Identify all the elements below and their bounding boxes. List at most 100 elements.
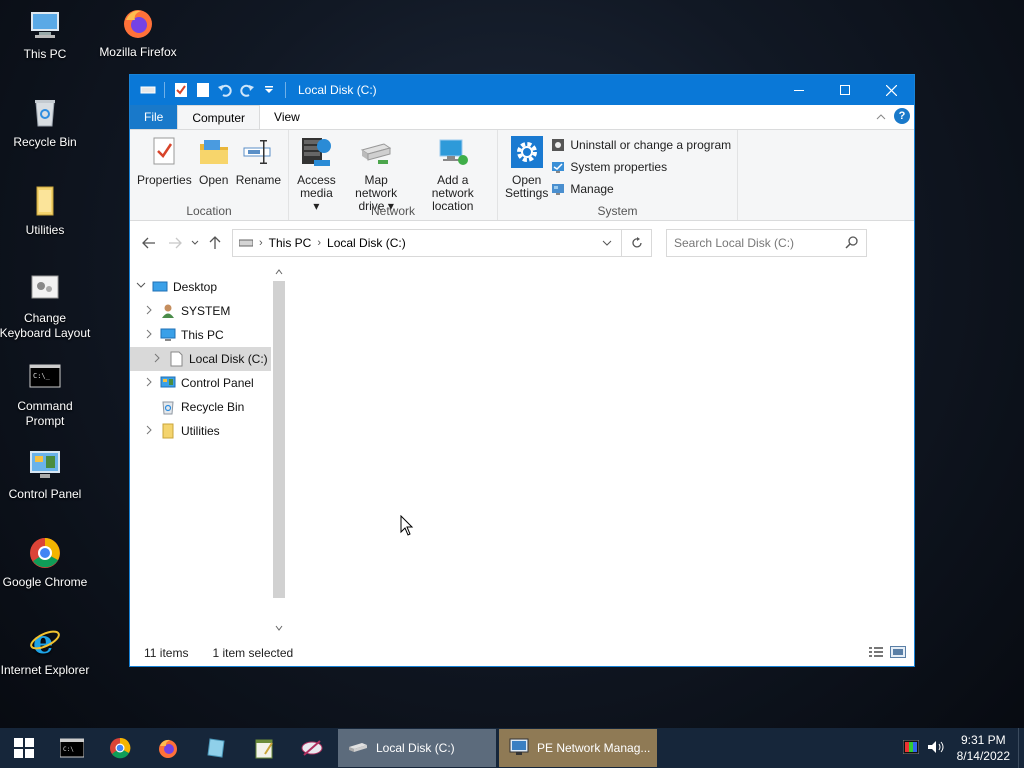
system-properties-button[interactable]: System properties	[551, 158, 731, 176]
search-input[interactable]: Search Local Disk (C:)	[666, 229, 867, 257]
color-display-tray-icon[interactable]	[902, 739, 920, 757]
recent-locations-chevron-icon[interactable]	[188, 231, 202, 255]
collapsed-chevron-icon[interactable]	[150, 353, 164, 366]
tree-item-utilities[interactable]: Utilities	[130, 419, 271, 443]
title-bar[interactable]: Local Disk (C:)	[130, 75, 914, 105]
map-drive-line1: Map network	[355, 173, 398, 200]
desktop-icon-chrome[interactable]: Google Chrome	[0, 536, 93, 590]
desktop-icon-label: Recycle Bin	[13, 135, 77, 149]
new-folder-quick-icon[interactable]	[193, 80, 213, 100]
properties-quick-icon[interactable]	[171, 80, 191, 100]
refresh-button[interactable]	[621, 230, 651, 256]
taskbar-notepad-icon[interactable]	[240, 728, 288, 768]
tab-view[interactable]: View	[260, 105, 314, 129]
this-pc-icon	[28, 8, 62, 42]
mouse-cursor-icon	[400, 514, 414, 540]
show-desktop-button[interactable]	[1018, 728, 1024, 768]
window-title: Local Disk (C:)	[298, 83, 377, 97]
tree-label: Utilities	[181, 424, 220, 438]
taskbar: C:\ Local Disk (C:) PE Network Manag... …	[0, 728, 1024, 768]
desktop-icon-command-prompt[interactable]: C:\_ Command Prompt	[0, 360, 93, 429]
group-label-network: Network	[370, 204, 415, 218]
ribbon-group-network: Access media ▾ Map network drive ▾ Add a n…	[289, 130, 498, 220]
rename-label: Rename	[235, 173, 282, 187]
tree-item-desktop[interactable]: Desktop	[130, 275, 271, 299]
tree-item-control-panel[interactable]: Control Panel	[130, 371, 271, 395]
desktop-icon-label: Internet Explorer	[0, 663, 90, 677]
desktop-icon-label: Google Chrome	[2, 575, 88, 589]
manage-button[interactable]: Manage	[551, 180, 731, 198]
taskbar-task-pe-network-manager[interactable]: PE Network Manag...	[499, 729, 657, 767]
scroll-thumb[interactable]	[273, 281, 285, 598]
clock[interactable]: 9:31 PM 8/14/2022	[951, 732, 1018, 764]
tree-item-local-disk[interactable]: Local Disk (C:)	[130, 347, 271, 371]
volume-icon[interactable]	[927, 740, 945, 757]
file-list-pane[interactable]	[287, 265, 914, 635]
desktop-icon-internet-explorer[interactable]: e Internet Explorer	[0, 623, 93, 678]
ribbon-group-location: Properties Open Rename Location	[130, 130, 289, 220]
collapsed-chevron-icon[interactable]	[142, 377, 156, 390]
taskbar-chrome-icon[interactable]	[96, 728, 144, 768]
navigation-scrollbar[interactable]	[271, 265, 287, 635]
breadcrumb-local-disk[interactable]: Local Disk (C:)	[327, 236, 406, 250]
properties-icon	[148, 136, 180, 168]
selection-count: 1 item selected	[212, 646, 294, 660]
firefox-icon	[121, 6, 155, 40]
uninstall-icon	[551, 138, 565, 152]
address-history-chevron-icon[interactable]	[597, 230, 617, 256]
properties-label: Properties	[137, 173, 192, 187]
forward-button[interactable]	[162, 231, 188, 255]
collapsed-chevron-icon[interactable]	[142, 305, 156, 318]
scroll-down-arrow-icon[interactable]	[271, 621, 287, 635]
desktop-icon-label: Command Prompt	[17, 399, 73, 428]
search-placeholder: Search Local Disk (C:)	[674, 236, 795, 250]
scroll-up-arrow-icon[interactable]	[271, 265, 287, 279]
group-label-location: Location	[186, 204, 232, 218]
undo-icon[interactable]	[215, 80, 235, 100]
uninstall-program-button[interactable]: Uninstall or change a program	[551, 136, 731, 154]
tree-item-this-pc[interactable]: This PC	[130, 323, 271, 347]
desktop-icon-firefox[interactable]: Mozilla Firefox	[90, 6, 186, 60]
up-button[interactable]	[202, 231, 228, 255]
svg-text:e: e	[33, 624, 53, 658]
desktop-icon-label: Utilities	[25, 223, 65, 237]
svg-text:C:\_: C:\_	[33, 372, 51, 380]
tree-label: Desktop	[173, 280, 218, 294]
tree-label: SYSTEM	[181, 304, 231, 318]
tree-item-recycle-bin[interactable]: Recycle Bin	[130, 395, 271, 419]
command-prompt-icon: C:\_	[28, 360, 62, 394]
taskbar-command-prompt-icon[interactable]: C:\	[48, 728, 96, 768]
collapse-ribbon-icon[interactable]	[876, 109, 886, 123]
breadcrumb-this-pc[interactable]: This PC	[269, 236, 312, 250]
back-button[interactable]	[136, 231, 162, 255]
tab-file[interactable]: File	[130, 105, 178, 129]
breadcrumb-separator: ›	[259, 237, 263, 249]
expanded-chevron-icon[interactable]	[134, 281, 148, 293]
tab-computer[interactable]: Computer	[177, 105, 261, 129]
maximize-button[interactable]	[822, 75, 868, 105]
ribbon-tabs: File Computer View ?	[130, 105, 914, 129]
minimize-button[interactable]	[776, 75, 822, 105]
large-icons-view-icon[interactable]	[890, 646, 906, 661]
chrome-icon	[28, 536, 62, 570]
desktop-icon-utilities[interactable]: Utilities	[0, 184, 93, 238]
close-button[interactable]	[868, 75, 914, 105]
help-icon[interactable]: ?	[894, 108, 910, 124]
address-bar[interactable]: › This PC › Local Disk (C:)	[232, 229, 652, 257]
taskbar-glass-app-icon[interactable]	[192, 728, 240, 768]
desktop-icon-recycle-bin[interactable]: Recycle Bin	[0, 96, 93, 150]
collapsed-chevron-icon[interactable]	[142, 329, 156, 342]
tree-item-system[interactable]: SYSTEM	[130, 299, 271, 323]
taskbar-task-local-disk[interactable]: Local Disk (C:)	[338, 729, 496, 767]
details-view-icon[interactable]	[868, 646, 884, 661]
desktop-icon-control-panel[interactable]: Control Panel	[0, 448, 93, 502]
navigation-bar: › This PC › Local Disk (C:) Search Local…	[130, 221, 914, 265]
collapsed-chevron-icon[interactable]	[142, 425, 156, 438]
desktop-icon-change-keyboard-layout[interactable]: Change Keyboard Layout	[0, 272, 93, 341]
start-button[interactable]	[0, 728, 48, 768]
redo-icon[interactable]	[237, 80, 257, 100]
customize-toolbar-chevron-icon[interactable]	[259, 80, 279, 100]
taskbar-firefox-icon[interactable]	[144, 728, 192, 768]
desktop-icon-this-pc[interactable]: This PC	[0, 8, 93, 62]
taskbar-tool-icon[interactable]	[288, 728, 336, 768]
